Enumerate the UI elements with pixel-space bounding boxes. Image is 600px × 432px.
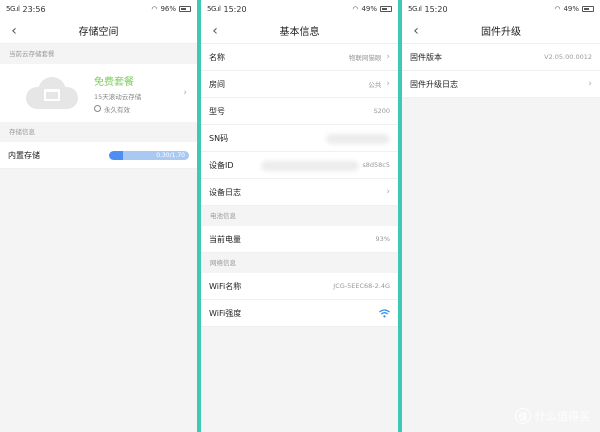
status-bar: 5G.ıl 23:56 ◠ 96% xyxy=(0,0,197,18)
wifi-signal-icon xyxy=(379,308,390,317)
redacted-device-id xyxy=(261,161,359,171)
row-label: SN码 xyxy=(209,133,229,143)
info-row-wifi-name: WiFi名称 JCG-5EEC68-2.4G xyxy=(201,273,398,300)
status-bar: 5G.ıl 15:20 ◠ 49% xyxy=(402,0,600,18)
battery-icon xyxy=(380,6,392,12)
row-label: 名称 xyxy=(209,52,225,62)
watermark-text: 什么值得买 xyxy=(535,410,590,423)
section-header-network: 网络信息 xyxy=(201,253,398,273)
storage-label: 内置存储 xyxy=(8,150,40,160)
redacted-sn xyxy=(326,134,390,144)
status-bar: 5G.ıl 15:20 ◠ 49% xyxy=(201,0,398,18)
row-value: JCG-5EEC68-2.4G xyxy=(333,282,390,290)
battery-icon xyxy=(582,6,594,12)
battery-percent: 96% xyxy=(160,5,176,13)
signal-icon: 5G.ıl xyxy=(207,5,221,13)
firmware-log-row[interactable]: 固件升级日志 › xyxy=(402,71,600,98)
package-validity: 永久有效 xyxy=(104,105,130,114)
row-label: 设备日志 xyxy=(209,187,241,197)
internal-storage-row: 内置存储 0.30/1.70 xyxy=(0,142,197,169)
cloud-package-card[interactable]: 免费套餐 15天滚动云存储 永久有效 › xyxy=(0,64,197,122)
info-row-room[interactable]: 房间 公共 › xyxy=(201,71,398,98)
back-button[interactable]: ‹ xyxy=(6,22,22,40)
firmware-version-value: V2.05.00.0012 xyxy=(544,53,592,61)
back-arrow-icon: ‹ xyxy=(212,23,218,39)
signal-icon: 5G.ıl xyxy=(408,5,422,13)
chevron-right-icon: › xyxy=(386,187,390,197)
nav-bar: ‹ 存储空间 xyxy=(0,18,197,44)
row-value: 93% xyxy=(375,235,390,243)
row-value: 物联网猫眼 xyxy=(348,54,382,62)
screenshot-collage: 5G.ıl 23:56 ◠ 96% ‹ 存储空间 当前云存储套餐 免费套餐 15… xyxy=(0,0,600,432)
row-label: 设备ID xyxy=(209,160,234,170)
row-value: S200 xyxy=(373,107,390,115)
info-row-sn: SN码 xyxy=(201,125,398,152)
battery-percent: 49% xyxy=(563,5,579,13)
info-row-name[interactable]: 名称 物联网猫眼 › xyxy=(201,44,398,71)
battery-icon xyxy=(179,6,191,12)
status-time: 15:20 xyxy=(223,4,247,14)
info-row-battery: 当前电量 93% xyxy=(201,226,398,253)
info-row-device-id: 设备ID s8d58c5 xyxy=(201,152,398,179)
section-header-battery: 电池信息 xyxy=(201,206,398,226)
nav-bar: ‹ 固件升级 xyxy=(402,18,600,44)
row-value: s8d58c5 xyxy=(362,161,390,169)
storage-usage-text: 0.30/1.70 xyxy=(156,151,185,159)
info-row-model: 型号 S200 xyxy=(201,98,398,125)
row-label: WiFi强度 xyxy=(209,308,242,318)
page-title: 基本信息 xyxy=(279,27,320,38)
row-label: 固件版本 xyxy=(410,52,442,62)
section-header-cloud: 当前云存储套餐 xyxy=(0,44,197,64)
battery-percent: 49% xyxy=(361,5,377,13)
chevron-right-icon: › xyxy=(588,79,592,89)
page-title: 存储空间 xyxy=(78,27,119,38)
row-label: 房间 xyxy=(209,79,225,89)
zhi-logo-icon: 值 xyxy=(515,408,531,424)
package-name: 免费套餐 xyxy=(94,76,134,88)
page-title: 固件升级 xyxy=(481,27,521,38)
back-arrow-icon: ‹ xyxy=(413,23,419,39)
row-label: WiFi名称 xyxy=(209,281,242,291)
storage-usage-bar: 0.30/1.70 xyxy=(109,150,189,160)
cloud-storage-icon xyxy=(22,73,80,113)
storage-screen: 5G.ıl 23:56 ◠ 96% ‹ 存储空间 当前云存储套餐 免费套餐 15… xyxy=(0,0,197,432)
back-button[interactable]: ‹ xyxy=(408,22,424,40)
back-button[interactable]: ‹ xyxy=(207,22,223,40)
package-desc: 15天滚动云存储 xyxy=(94,92,142,101)
chevron-right-icon: › xyxy=(183,88,187,98)
chevron-right-icon: › xyxy=(386,79,390,89)
basic-info-screen: 5G.ıl 15:20 ◠ 49% ‹ 基本信息 名称 物联网猫眼 › 房间 公共… xyxy=(201,0,398,432)
wifi-status-icon: ◠ xyxy=(352,5,359,13)
storage-usage-fill xyxy=(109,150,124,160)
wifi-status-icon: ◠ xyxy=(554,5,561,13)
signal-icon: 5G.ıl xyxy=(6,5,20,13)
status-time: 23:56 xyxy=(22,4,46,14)
info-row-wifi-strength: WiFi强度 xyxy=(201,300,398,327)
section-header-storage: 存储信息 xyxy=(0,122,197,142)
firmware-screen: 5G.ıl 15:20 ◠ 49% ‹ 固件升级 固件版本 V2.05.00.0… xyxy=(402,0,600,432)
info-row-device-log[interactable]: 设备日志 › xyxy=(201,179,398,206)
row-label: 固件升级日志 xyxy=(410,79,458,89)
row-label: 型号 xyxy=(209,106,225,116)
chevron-right-icon: › xyxy=(386,52,390,62)
status-time: 15:20 xyxy=(424,4,448,14)
back-arrow-icon: ‹ xyxy=(11,23,17,39)
clock-icon xyxy=(94,105,101,112)
row-value: 公共 xyxy=(368,81,382,89)
wifi-status-icon: ◠ xyxy=(151,5,158,13)
row-label: 当前电量 xyxy=(209,234,241,244)
nav-bar: ‹ 基本信息 xyxy=(201,18,398,44)
firmware-version-row: 固件版本 V2.05.00.0012 xyxy=(402,44,600,71)
watermark: 值 什么值得买 xyxy=(515,408,590,424)
